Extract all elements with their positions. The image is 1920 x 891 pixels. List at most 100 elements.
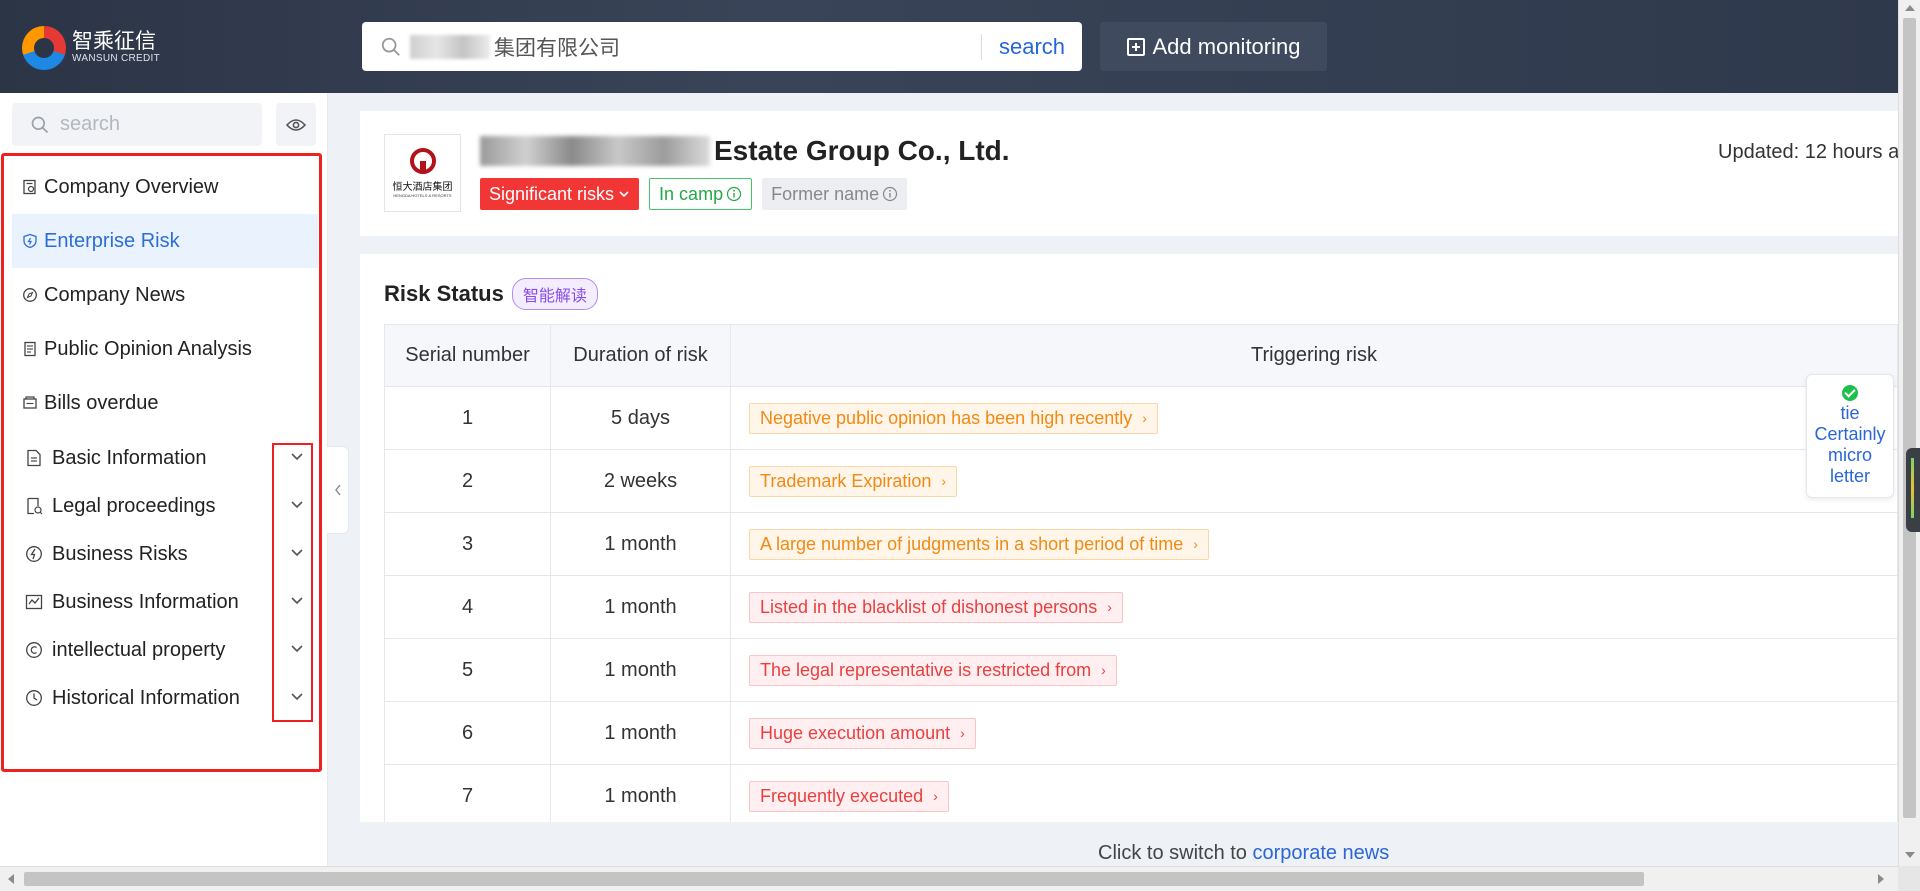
vertical-scroll-thumb[interactable] (1903, 18, 1916, 818)
wechat-float-panel[interactable]: tie Certainly micro letter (1806, 374, 1894, 498)
bill-icon (22, 395, 38, 411)
sidebar-group-basic-information[interactable]: Basic Information (12, 434, 318, 482)
search-icon (31, 116, 49, 133)
company-search-box[interactable]: 集团有限公司 search (362, 22, 1082, 71)
chevron-down-icon[interactable] (290, 596, 304, 605)
sidebar-group-legal-proceedings[interactable]: Legal proceedings (12, 482, 318, 530)
duration-cell: 1 month (550, 701, 731, 765)
add-monitoring-button[interactable]: Add monitoring (1100, 22, 1327, 71)
chevron-right-icon: › (960, 725, 965, 741)
sidebar-nav: Company Overview Enterprise Risk Company… (12, 160, 318, 722)
scrollbar-corner (1898, 866, 1920, 891)
serial-cell: 7 (384, 764, 551, 822)
add-monitoring-label: Add monitoring (1152, 33, 1301, 59)
vertical-scrollbar[interactable] (1898, 0, 1920, 866)
sidebar: Company Overview Enterprise Risk Company… (0, 93, 328, 866)
triggering-risk-cell: A large number of judgments in a short p… (730, 512, 1898, 576)
chevron-down-icon[interactable] (290, 644, 304, 653)
sidebar-group-historical-information[interactable]: Historical Information (12, 674, 318, 722)
sidebar-item-label: Bills overdue (44, 391, 159, 414)
sidebar-group-label: Legal proceedings (52, 494, 216, 517)
search-input[interactable]: 集团有限公司 (410, 32, 981, 62)
risk-chip[interactable]: Trademark Expiration › (749, 465, 958, 497)
risk-chip[interactable]: Frequently executed › (749, 780, 949, 812)
sidebar-group-label: Business Risks (52, 542, 188, 565)
chevron-right-icon: › (1142, 410, 1147, 426)
ai-interpretation-badge[interactable]: 智能解读 (511, 278, 598, 310)
risk-chip-label: Huge execution amount (760, 722, 951, 743)
in-camp-label: In camp (659, 183, 724, 204)
corporate-news-link[interactable]: corporate news (1253, 842, 1390, 864)
risk-status-title: Risk Status 智能解读 (384, 278, 598, 310)
sidebar-item-label: Company Overview (44, 175, 219, 198)
newspaper-icon (22, 341, 38, 357)
duration-cell: 5 days (550, 386, 731, 450)
column-header-duration: Duration of risk (550, 324, 731, 387)
scroll-up-arrow-icon[interactable] (1905, 5, 1915, 11)
chevron-right-icon: › (1193, 536, 1198, 552)
former-name-tag[interactable]: Former name (762, 178, 908, 210)
sidebar-item-company-news[interactable]: Company News (12, 268, 318, 322)
scroll-right-arrow-icon[interactable] (1878, 874, 1884, 884)
chevron-down-icon[interactable] (290, 548, 304, 557)
updated-time: Updated: 12 hours a (1718, 141, 1898, 163)
risk-chip-label: Trademark Expiration (760, 470, 932, 491)
app-logo[interactable]: 智乘征信 WANSUN CREDIT (22, 26, 160, 70)
sidebar-group-label: intellectual property (52, 638, 226, 661)
serial-cell: 2 (384, 449, 551, 513)
risk-table: Serial number Duration of risk Triggerin… (384, 324, 1898, 822)
sidebar-group-label: Historical Information (52, 686, 240, 709)
sidebar-item-enterprise-risk[interactable]: Enterprise Risk (12, 214, 318, 268)
sidebar-group-intellectual-property[interactable]: intellectual property (12, 626, 318, 674)
check-circle-icon (1842, 385, 1858, 401)
company-name-text: Estate Group Co., Ltd. (714, 135, 1010, 166)
sidebar-search-input[interactable] (60, 113, 240, 136)
sidebar-group-business-information[interactable]: Business Information (12, 578, 318, 626)
sidebar-search[interactable] (12, 103, 262, 146)
triggering-risk-cell: Trademark Expiration › (730, 449, 1898, 513)
sidebar-group-business-risks[interactable]: Business Risks (12, 530, 318, 578)
scroll-down-arrow-icon[interactable] (1905, 852, 1915, 858)
document-icon (24, 448, 44, 468)
risk-chip[interactable]: A large number of judgments in a short p… (749, 528, 1209, 560)
serial-cell: 3 (384, 512, 551, 576)
eye-toggle-button[interactable] (276, 103, 316, 146)
column-header-serial: Serial number (384, 324, 551, 387)
table-row: 61 month Huge execution amount › (384, 701, 1898, 765)
in-camp-tag[interactable]: In camp (649, 178, 753, 210)
horizontal-scrollbar[interactable] (0, 866, 1920, 891)
shield-icon (22, 233, 38, 249)
duration-cell: 2 weeks (550, 449, 731, 513)
chevron-down-icon (619, 191, 629, 198)
significant-risks-tag[interactable]: Significant risks (480, 178, 640, 210)
chevron-left-icon (334, 484, 341, 496)
table-row: 51 month The legal representative is rest… (384, 638, 1898, 702)
risk-chip[interactable]: The legal representative is restricted f… (749, 654, 1117, 686)
sidebar-item-public-opinion[interactable]: Public Opinion Analysis (12, 322, 318, 376)
scroll-left-arrow-icon[interactable] (8, 874, 14, 884)
sidebar-item-company-overview[interactable]: Company Overview (12, 160, 318, 214)
risk-chip[interactable]: Negative public opinion has been high re… (749, 402, 1158, 434)
chevron-down-icon[interactable] (290, 500, 304, 509)
risk-chip[interactable]: Listed in the blacklist of dishonest per… (749, 591, 1123, 623)
side-widget-handle[interactable] (1906, 448, 1920, 532)
legal-doc-icon (24, 496, 44, 516)
chevron-down-icon[interactable] (290, 452, 304, 461)
chevron-down-icon[interactable] (290, 692, 304, 701)
risk-chip-label: The legal representative is restricted f… (760, 659, 1092, 680)
chevron-right-icon: › (1107, 599, 1112, 615)
company-header-card: 恒大酒店集团 HENGDA HOTELS & RESORTS Estate Gr… (360, 111, 1898, 236)
search-button[interactable]: search (982, 34, 1082, 60)
info-icon (883, 186, 898, 202)
sidebar-collapse-button[interactable] (327, 446, 349, 534)
triggering-risk-cell: Frequently executed › (730, 764, 1898, 822)
serial-cell: 4 (384, 575, 551, 639)
compass-icon (22, 287, 38, 303)
sidebar-item-label: Public Opinion Analysis (44, 337, 252, 360)
horizontal-scroll-thumb[interactable] (24, 872, 1644, 886)
table-row: 41 month Listed in the blacklist of disho… (384, 575, 1898, 639)
chevron-right-icon: › (933, 788, 938, 804)
company-logo: 恒大酒店集团 HENGDA HOTELS & RESORTS (384, 134, 461, 212)
risk-chip[interactable]: Huge execution amount › (749, 717, 976, 749)
sidebar-item-bills-overdue[interactable]: Bills overdue (12, 376, 318, 430)
